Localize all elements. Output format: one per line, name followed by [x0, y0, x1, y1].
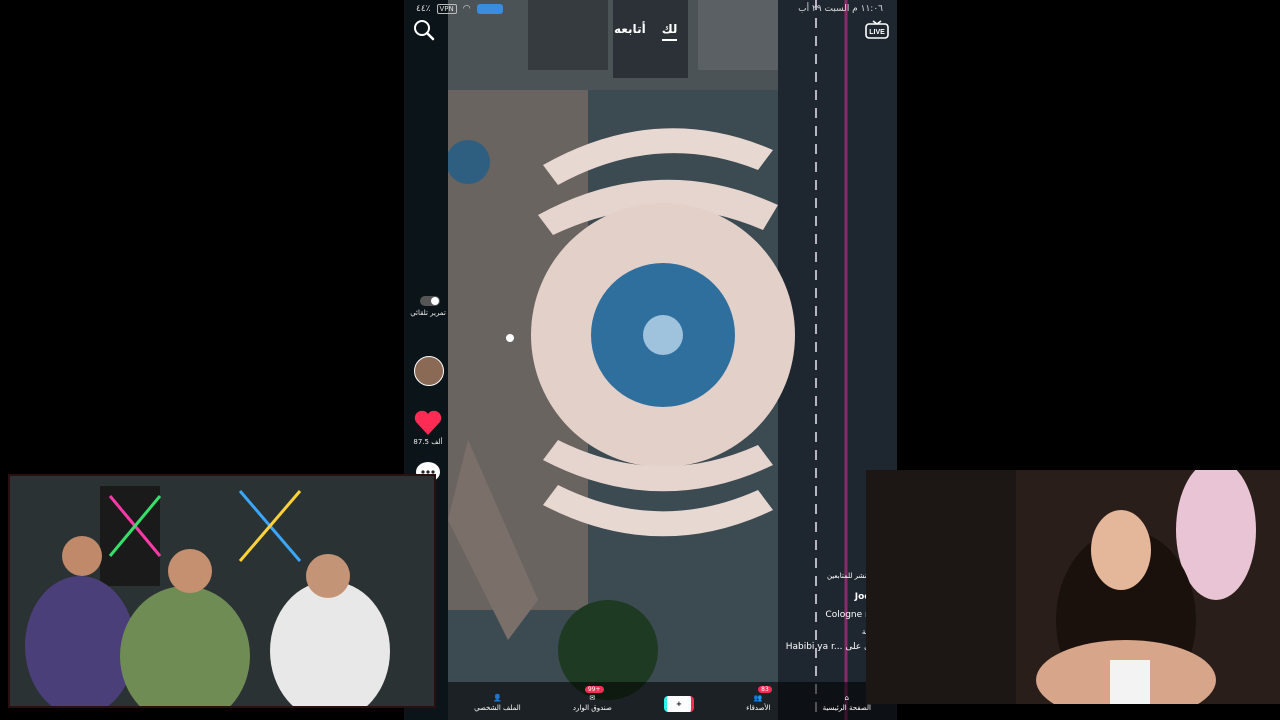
inbox-badge: 99+: [584, 686, 604, 693]
heart-icon: [414, 410, 442, 435]
auto-scroll-toggle[interactable]: [420, 296, 440, 306]
webcam-group: [8, 474, 436, 708]
nav-home[interactable]: ⌂ الصفحة الرئيسية: [823, 694, 871, 712]
nav-inbox-label: صندوق الوارد: [572, 704, 612, 712]
like-count: 87.5 ألف: [413, 438, 443, 446]
battery-level: ٤٤٪: [416, 4, 431, 14]
creator-avatar[interactable]: [414, 356, 444, 386]
nav-inbox[interactable]: 99+ ✉ صندوق الوارد: [572, 686, 612, 712]
live-button[interactable]: LIVE: [865, 20, 889, 40]
screen-cast-icon: [476, 4, 503, 14]
tab-following[interactable]: أتابعه: [614, 22, 646, 41]
live-label: LIVE: [869, 29, 885, 36]
search-icon: [414, 20, 435, 41]
nav-profile[interactable]: 👤 الملف الشخصي: [474, 694, 521, 712]
search-button[interactable]: [412, 18, 436, 42]
nav-friends[interactable]: 83 👥 الأصدقاء: [746, 686, 772, 712]
vpn-indicator: VPN: [436, 4, 457, 14]
nav-home-label: الصفحة الرئيسية: [822, 704, 871, 712]
nav-friends-label: الأصدقاء: [746, 704, 771, 712]
status-time: ١١:٠٦ م السبت ٢٩ أب: [798, 4, 883, 14]
status-bar: ٤٤٪ VPN ◠ ١١:٠٦ م السبت ٢٩ أب: [404, 0, 897, 18]
wifi-icon: ◠: [462, 4, 471, 14]
auto-scroll-label: تمرير تلقائي: [410, 309, 446, 317]
profile-icon: 👤: [493, 694, 502, 702]
friends-icon: 👥: [753, 694, 763, 702]
inbox-icon: ✉: [589, 694, 596, 702]
like-button[interactable]: 87.5 ألف: [410, 410, 446, 446]
home-icon: ⌂: [844, 694, 849, 702]
top-nav: أتابعه لك: [614, 22, 678, 41]
webcam-streamer-image: [866, 470, 1280, 704]
webcam-streamer: [866, 470, 1280, 704]
nav-profile-label: الملف الشخصي: [474, 704, 521, 712]
friends-badge: 83: [758, 686, 772, 693]
webcam-group-image: [10, 476, 434, 706]
tab-for-you[interactable]: لك: [661, 22, 678, 41]
phone-screen: ٤٤٪ VPN ◠ ١١:٠٦ م السبت ٢٩ أب أتابعه لك …: [404, 0, 897, 720]
nav-create[interactable]: +: [663, 696, 694, 712]
plus-icon: +: [663, 696, 694, 712]
bottom-nav: 👤 الملف الشخصي 99+ ✉ صندوق الوارد + 83 👥…: [448, 682, 897, 720]
status-left: ٤٤٪ VPN ◠: [416, 4, 503, 14]
live-icon: LIVE: [865, 20, 889, 39]
